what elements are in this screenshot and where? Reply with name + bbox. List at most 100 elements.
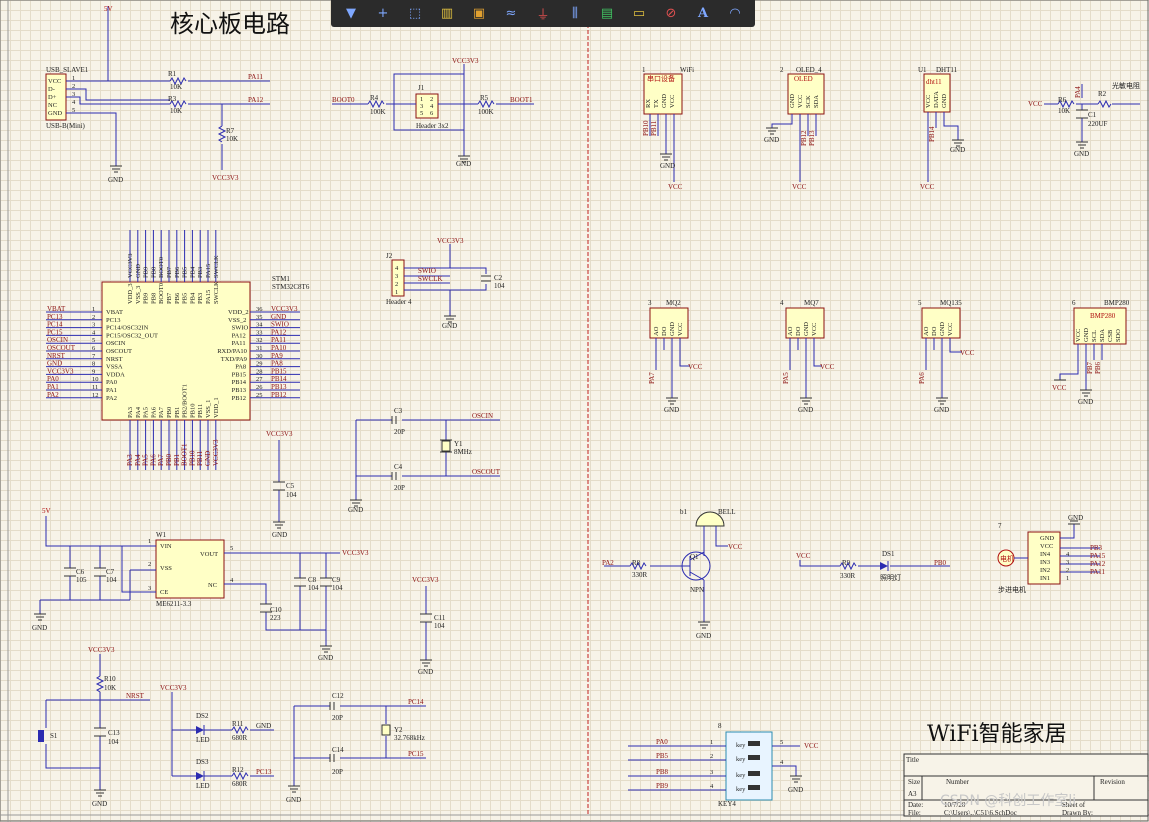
net-label-icon[interactable]: ▭ (630, 5, 648, 23)
component-icon[interactable]: ▣ (470, 5, 488, 23)
arc-icon[interactable]: ◠ (726, 5, 744, 23)
tb-file: C:\Users\..\C51\6.SchDoc (944, 809, 1017, 817)
dht-pin: VCC (925, 95, 932, 108)
bmp-inner: BMP280 (1090, 312, 1116, 320)
mq135-vcc: VCC (960, 349, 975, 357)
plus-icon[interactable]: + (374, 5, 392, 23)
net-vcc3v3-led: VCC3V3 (160, 684, 187, 692)
mcu-top-pin: VSS_3 (135, 286, 142, 304)
mcu-left-pin: NRST (106, 356, 123, 363)
bmp-pin: VCC (1075, 329, 1082, 342)
key-button-icon[interactable] (748, 755, 760, 760)
mcu-bottom-pin: VSS_1 (205, 400, 212, 418)
r3-ref: R3 (168, 95, 177, 103)
w1-ref: W1 (156, 531, 167, 539)
text-icon[interactable]: A (694, 5, 712, 23)
mcu-top-pin: PB9 (143, 293, 150, 304)
mcu-right-num-net: PB12 (271, 391, 287, 399)
j2-num-2: 2 (395, 281, 398, 288)
j2-ref: J2 (386, 252, 393, 260)
r2-value: 光敏电阻 (1112, 81, 1140, 90)
mq2-name: MQ2 (666, 299, 681, 307)
wifi-ref: 1 (642, 66, 646, 74)
r10-value: 10K (104, 684, 116, 692)
mq7-ref: 4 (780, 299, 784, 307)
c6-ref: C6 (76, 568, 85, 576)
r4-value: 100K (370, 108, 386, 116)
mcu-right-num: 33 (256, 329, 263, 336)
key-button-icon[interactable] (748, 785, 760, 790)
mcu-top-net: PB9 (143, 267, 150, 278)
bmp-ref: 6 (1072, 299, 1076, 307)
c7-ref: C7 (106, 568, 115, 576)
key4-module[interactable]: 8 KEY4 (718, 722, 773, 808)
bus-entry-icon[interactable]: ▥ (438, 5, 456, 23)
ground-icon[interactable]: ⏚ (534, 5, 552, 23)
no-erc-icon[interactable]: ⊘ (662, 5, 680, 23)
stepper-motor: 电机 (1000, 554, 1014, 563)
bmp-pin: SDA (1099, 329, 1106, 342)
mcu-top-net: PA15 (205, 264, 212, 278)
port-icon[interactable]: ⫼ (566, 5, 584, 23)
mcu-left-pin: PC14/OSC32IN (106, 325, 149, 332)
mcu-right-num-net: PA11 (271, 336, 287, 344)
mcu-top-net: GND (135, 264, 142, 278)
key-button-icon[interactable] (748, 741, 760, 746)
r12-ref: R12 (232, 766, 244, 774)
dht-pin: DATA (933, 91, 940, 108)
regulator-me6211[interactable]: W1 ME6211-3.3 VIN VSS CE VOUT NC 1 2 3 5… (148, 531, 234, 608)
r11-value: 680R (232, 734, 248, 742)
mcu-bottom-net: PB1 (173, 453, 181, 466)
dht-gnd: GND (950, 146, 965, 154)
mq7-pin: AO (787, 326, 794, 336)
usb-connector[interactable]: USB_SLAVE1 USB-B(Mini) VCC D- D+ NC GND … (45, 66, 89, 130)
j1-ref: J1 (418, 84, 425, 92)
tb-revision-label: Revision (1100, 778, 1125, 786)
mcu-part: STM32C8T6 (272, 283, 310, 291)
filter-icon[interactable]: ▼ (342, 5, 360, 23)
net-vcc3v3-reg: VCC3V3 (342, 549, 369, 557)
net-gnd-j1: GND (456, 160, 471, 168)
usb-pin-gnd: GND (48, 110, 62, 117)
wire-icon[interactable]: ≈ (502, 5, 520, 23)
select-rect-icon[interactable]: ⬚ (406, 5, 424, 23)
net-pb0-ds1: PB0 (934, 559, 947, 567)
stepper-pin: IN2 (1040, 567, 1050, 574)
mq135-pin: GND (939, 322, 946, 336)
mcu-top-net: PB3 (197, 267, 204, 278)
mcu-right-num-net: SWIO (271, 321, 289, 329)
mcu-right-pin: VDD_2 (228, 309, 249, 316)
header-swd[interactable]: J2 Header 4 4 3 2 1 (386, 252, 412, 306)
mcu-right-num-net: PA9 (271, 352, 283, 360)
mq135-gnd: GND (934, 406, 949, 414)
c8-ref: C8 (308, 576, 317, 584)
c7-value: 104 (106, 576, 117, 584)
mq2-pin: DO (661, 326, 668, 336)
mcu-bottom-net: GND (204, 451, 212, 466)
usb-pin-dm: D- (48, 86, 55, 93)
net-pa2-q1: PA2 (602, 559, 614, 567)
mcu-right-num-net: VCC3V3 (271, 305, 298, 313)
tb-number-label: Number (946, 778, 970, 786)
j2-num-3: 3 (395, 273, 398, 280)
wifi-inner: 串口设备 (647, 74, 675, 83)
harness-icon[interactable]: ▤ (598, 5, 616, 23)
mcu-top-pin: PB8 (150, 293, 157, 304)
w1-pin-ce: CE (160, 589, 168, 596)
j1-num-2: 2 (430, 96, 433, 103)
net-nrst: NRST (126, 692, 145, 700)
mcu-left-pin: PC13 (106, 317, 120, 324)
bmp-name: BMP280 (1104, 299, 1130, 307)
key-label: key (736, 742, 746, 749)
w1-pin-nc: NC (208, 582, 217, 589)
r1-ref: R1 (168, 70, 177, 78)
header-3x2[interactable]: J1 Header 3x2 1 2 3 4 5 6 (415, 84, 449, 130)
mcu-left-pin: PA1 (106, 387, 117, 394)
wifi-pin: RX (645, 99, 652, 108)
mcu-left-pin: VSSA (106, 364, 123, 371)
j1-num-5: 5 (420, 110, 423, 117)
j1-num-3: 3 (420, 103, 423, 110)
stepper-module[interactable]: 7 步进电机 电机 (997, 522, 1061, 594)
mq2-gnd: GND (664, 406, 679, 414)
key-button-icon[interactable] (748, 771, 760, 776)
